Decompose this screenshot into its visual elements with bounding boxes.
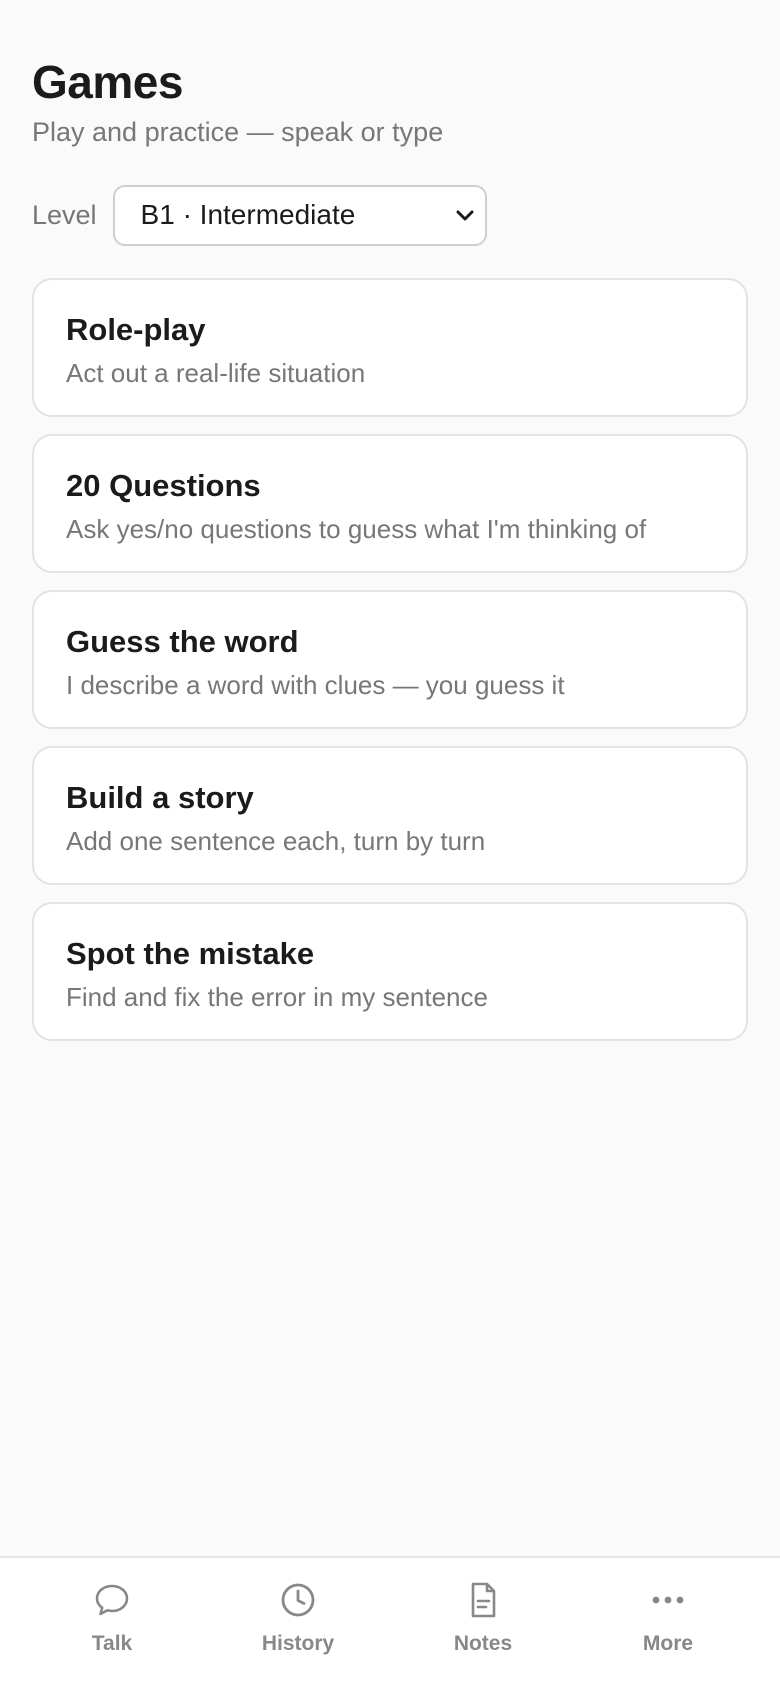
game-card-role-play[interactable]: Role-play Act out a real-life situation [32, 278, 748, 417]
tab-history[interactable]: History [228, 1580, 368, 1670]
level-label: Level [32, 199, 97, 230]
game-card-description: I describe a word with clues — you guess… [66, 670, 565, 700]
game-card-spot-the-mistake[interactable]: Spot the mistake Find and fix the error … [32, 902, 748, 1041]
document-icon [471, 1582, 496, 1618]
level-row: Level B1 · Intermediate [32, 184, 487, 246]
game-card-guess-the-word[interactable]: Guess the word I describe a word with cl… [32, 590, 748, 729]
bottom-tab-bar: Talk History Notes More [0, 1556, 780, 1688]
tab-notes[interactable]: Notes [413, 1580, 553, 1670]
game-card-build-a-story[interactable]: Build a story Add one sentence each, tur… [32, 746, 748, 885]
chat-bubble-icon [95, 1584, 129, 1616]
more-dots-icon [652, 1596, 684, 1604]
page-title: Games [32, 56, 183, 108]
game-card-title: Role-play [66, 312, 206, 347]
game-card-title: Build a story [66, 780, 254, 815]
game-list: Role-play Act out a real-life situation … [32, 278, 748, 1058]
tab-talk[interactable]: Talk [42, 1580, 182, 1670]
tab-label: Notes [453, 1632, 513, 1655]
game-card-title: Spot the mistake [66, 936, 315, 971]
game-card-20-questions[interactable]: 20 Questions Ask yes/no questions to gue… [32, 434, 748, 573]
tab-label: Talk [91, 1632, 133, 1655]
tab-label: More [642, 1632, 694, 1655]
level-select[interactable]: B1 · Intermediate [112, 184, 487, 246]
game-card-description: Add one sentence each, turn by turn [66, 826, 486, 856]
games-screen: Games Play and practice — speak or type … [0, 0, 780, 1556]
clock-icon [281, 1583, 315, 1617]
tab-label: History [261, 1632, 335, 1655]
page-subtitle: Play and practice — speak or type [32, 117, 444, 147]
tab-more[interactable]: More [598, 1580, 738, 1670]
game-card-title: Guess the word [66, 624, 299, 659]
game-card-description: Act out a real-life situation [66, 358, 366, 388]
level-select-value: B1 · Intermediate [140, 199, 356, 230]
game-card-description: Ask yes/no questions to guess what I'm t… [66, 514, 647, 544]
chevron-down-icon [456, 210, 474, 221]
game-card-title: 20 Questions [66, 468, 261, 503]
game-card-description: Find and fix the error in my sentence [66, 982, 488, 1012]
